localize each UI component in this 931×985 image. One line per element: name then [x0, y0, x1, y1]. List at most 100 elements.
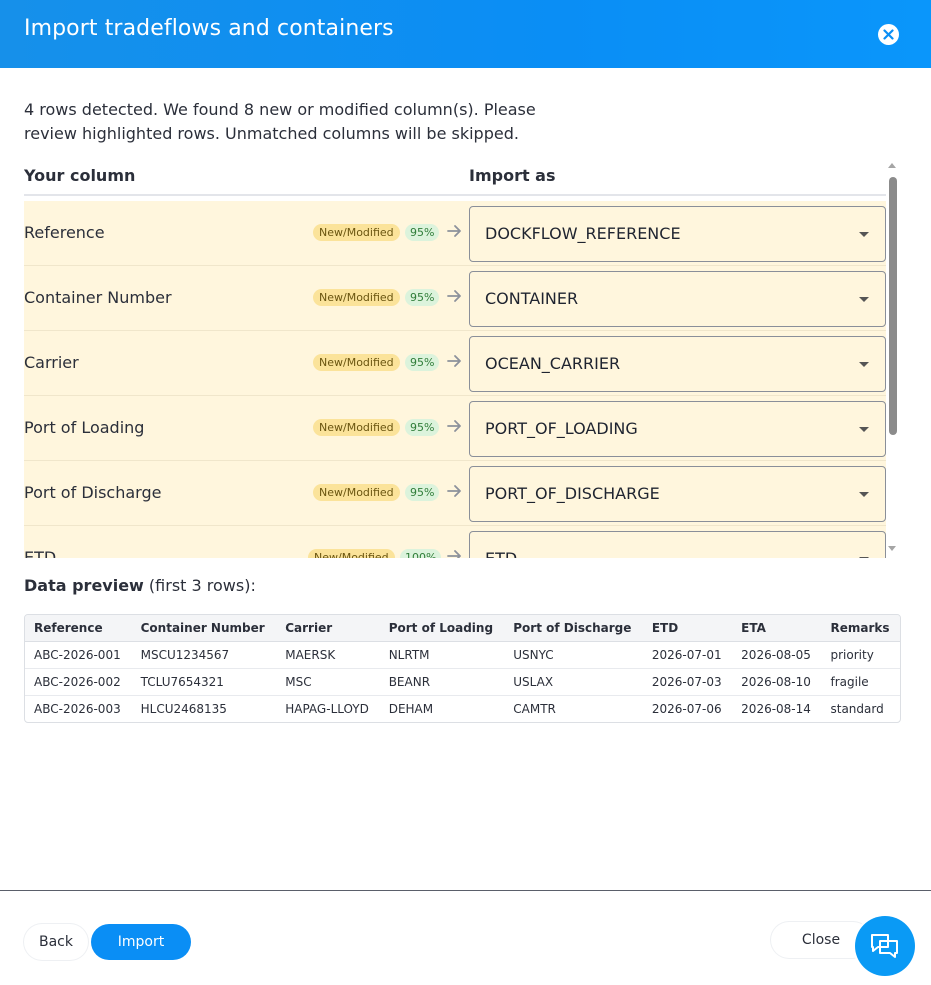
arrow-right-icon: [447, 420, 461, 432]
table-row: ABC-2026-001 MSCU1234567 MAERSK NLRTM USNYC 2…: [25, 641, 900, 669]
scroll-down-arrow-icon[interactable]: [888, 546, 896, 551]
column-mapping-list: Your column Import as Reference New/Modif…: [24, 158, 901, 558]
table-cell: DEHAM: [388, 701, 434, 716]
table-cell: 2026-08-10: [732, 668, 822, 696]
table-cell: BEANR: [379, 668, 505, 696]
match-percent-badge: 95%: [405, 289, 440, 306]
source-column-label: Container Number: [24, 288, 172, 307]
preview-column-header: Port of Discharge: [504, 615, 643, 642]
close-icon[interactable]: [878, 24, 899, 45]
scroll-up-arrow-icon[interactable]: [888, 163, 896, 168]
import-as-select[interactable]: DOCKFLOW_REFERENCE: [469, 206, 886, 262]
data-preview-title-rest: (first 3 rows):: [143, 576, 256, 595]
chevron-down-icon: [859, 427, 869, 432]
arrow-right-icon: [447, 290, 461, 302]
mapping-row: Port of Loading New/Modified 95% PORT_OF_LO…: [24, 396, 886, 461]
chevron-down-icon: [859, 362, 869, 367]
data-preview-title: Data preview (first 3 rows):: [24, 576, 256, 595]
import-as-value: OCEAN_CARRIER: [485, 354, 621, 373]
import-as-header: Import as: [469, 166, 556, 185]
source-column-label: Port of Loading: [24, 418, 145, 437]
new-modified-badge: New/Modified: [313, 224, 400, 241]
chevron-down-icon: [859, 232, 869, 237]
table-cell: MAERSK: [276, 641, 380, 669]
arrow-right-icon: [447, 355, 461, 367]
mapping-row: Carrier New/Modified 95% OCEAN_CARRIER: [24, 331, 886, 396]
new-modified-badge: New/Modified: [308, 549, 395, 558]
chat-bubbles-icon: [871, 934, 898, 958]
table-cell: 2026-08-05: [732, 641, 822, 669]
import-as-value: CONTAINER: [485, 289, 579, 308]
intro-text: 4 rows detected. We found 8 new or modif…: [24, 100, 536, 143]
preview-column-header: Carrier: [276, 615, 380, 642]
mapping-row: ETD New/Modified 100% ETD: [24, 526, 886, 558]
chevron-down-icon: [859, 492, 869, 497]
table-cell: USLAX: [504, 668, 643, 696]
footer-divider: [0, 890, 931, 891]
table-cell: standard: [830, 701, 884, 716]
import-as-select[interactable]: PORT_OF_LOADING: [469, 401, 886, 457]
source-column-label: Reference: [24, 223, 105, 242]
chevron-down-icon: [859, 297, 869, 302]
source-column-label: Carrier: [24, 353, 79, 372]
mapping-row: Port of Discharge New/Modified 95% PORT_OF_…: [24, 461, 886, 526]
header-divider: [24, 194, 886, 196]
arrow-right-icon: [447, 550, 461, 558]
source-column-label: ETD: [24, 548, 57, 558]
import-as-value: PORT_OF_DISCHARGE: [485, 484, 660, 503]
chevron-down-icon: [859, 557, 869, 558]
data-preview-title-bold: Data preview: [24, 576, 144, 595]
mapping-row: Reference New/Modified 95% DOCKFLOW_REFEREN…: [24, 201, 886, 266]
table-cell: HLCU2468135: [140, 701, 227, 716]
preview-column-header: Remarks: [821, 615, 900, 642]
table-cell: 2026-07-06: [651, 701, 722, 716]
table-cell: HAPAG-LLOYD: [285, 701, 369, 716]
table-cell: priority: [821, 641, 900, 669]
table-cell: CAMTR: [513, 701, 556, 716]
new-modified-badge: New/Modified: [313, 354, 400, 371]
mapping-scrollbar[interactable]: [884, 160, 901, 558]
table-cell: TCLU7654321: [131, 668, 277, 696]
match-percent-badge: 95%: [405, 419, 440, 436]
table-cell: 2026-08-14: [741, 701, 811, 716]
table-cell: MSC: [276, 668, 380, 696]
import-as-value: ETD: [485, 549, 517, 558]
import-as-select[interactable]: PORT_OF_DISCHARGE: [469, 466, 886, 522]
dialog-header: Import tradeflows and containers: [0, 0, 931, 68]
new-modified-badge: New/Modified: [313, 419, 400, 436]
import-as-select[interactable]: CONTAINER: [469, 271, 886, 327]
table-cell: ABC-2026-003: [34, 701, 121, 716]
table-cell: fragile: [821, 668, 900, 696]
mapping-row: Container Number New/Modified 95% CONTAINER: [24, 266, 886, 331]
match-percent-badge: 100%: [400, 549, 442, 558]
table-cell: MSCU1234567: [131, 641, 277, 669]
import-as-value: PORT_OF_LOADING: [485, 419, 638, 438]
back-button[interactable]: Back: [24, 924, 88, 960]
import-button[interactable]: Import: [91, 924, 191, 960]
match-percent-badge: 95%: [405, 354, 440, 371]
table-cell: 2026-07-03: [642, 668, 733, 696]
source-column-label: Port of Discharge: [24, 483, 162, 502]
chat-support-button[interactable]: [855, 916, 915, 976]
new-modified-badge: New/Modified: [313, 289, 400, 306]
match-percent-badge: 95%: [405, 484, 440, 501]
table-cell: ABC-2026-002: [25, 668, 132, 696]
table-cell: 2026-07-01: [642, 641, 733, 669]
dialog-title: Import tradeflows and containers: [24, 16, 394, 41]
new-modified-badge: New/Modified: [313, 484, 400, 501]
arrow-right-icon: [447, 485, 461, 497]
table-cell: USNYC: [504, 641, 643, 669]
preview-column-header: Reference: [25, 615, 132, 642]
preview-column-header: ETD: [642, 615, 733, 642]
import-as-value: DOCKFLOW_REFERENCE: [485, 224, 681, 243]
table-cell: NLRTM: [379, 641, 505, 669]
table-cell: ABC-2026-001: [25, 641, 132, 669]
preview-column-header: Port of Loading: [379, 615, 505, 642]
table-row: ABC-2026-003 HLCU2468135 HAPAG-LLOYD DEHAM C…: [25, 695, 900, 722]
import-as-select[interactable]: OCEAN_CARRIER: [469, 336, 886, 392]
preview-column-header: ETA: [732, 615, 822, 642]
your-column-header: Your column: [24, 166, 136, 185]
import-as-select[interactable]: ETD: [469, 531, 886, 558]
scrollbar-thumb[interactable]: [889, 177, 897, 435]
arrow-right-icon: [447, 225, 461, 237]
